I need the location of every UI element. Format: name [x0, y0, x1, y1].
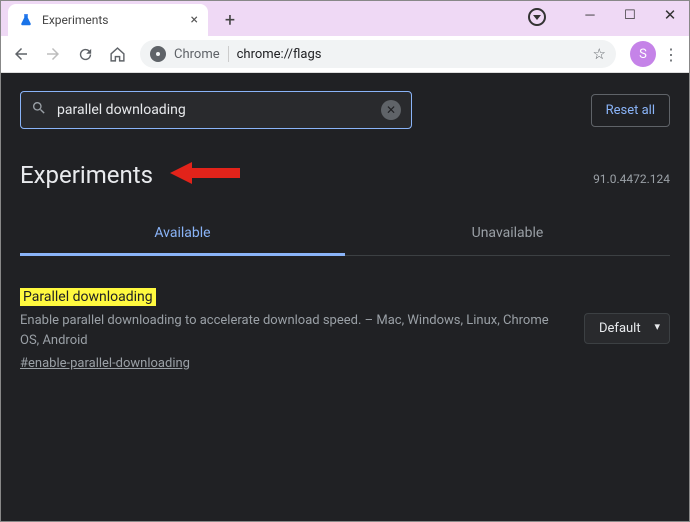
reload-button[interactable] — [70, 39, 100, 69]
minimize-button[interactable]: ─ — [570, 0, 610, 30]
browser-toolbar: Chrome chrome://flags ☆ S ⋮ — [0, 36, 690, 73]
page-title: Experiments — [20, 161, 153, 189]
window-titlebar: Experiments × + ─ ☐ ✕ — [0, 0, 690, 36]
flag-state-select[interactable]: Default — [584, 313, 670, 344]
back-button[interactable] — [6, 39, 36, 69]
omnibox-url: chrome://flags — [237, 47, 585, 62]
omnibox-scheme: Chrome — [174, 47, 220, 62]
maximize-button[interactable]: ☐ — [610, 0, 650, 30]
tab-available[interactable]: Available — [20, 213, 345, 256]
account-indicator-icon[interactable] — [528, 8, 546, 26]
flags-tabs: Available Unavailable — [20, 213, 670, 256]
tab-close-icon[interactable]: × — [191, 12, 198, 28]
page-content: ✕ Reset all Experiments 91.0.4472.124 Av… — [0, 73, 690, 522]
address-bar[interactable]: Chrome chrome://flags ☆ — [140, 40, 616, 68]
search-icon — [31, 100, 47, 120]
bookmark-star-icon[interactable]: ☆ — [593, 45, 606, 63]
chrome-icon — [150, 46, 166, 62]
flask-icon — [18, 12, 34, 28]
flag-title: Parallel downloading — [20, 288, 156, 306]
browser-tab[interactable]: Experiments × — [8, 4, 208, 36]
clear-search-icon[interactable]: ✕ — [381, 100, 401, 120]
home-button[interactable] — [102, 39, 132, 69]
new-tab-button[interactable]: + — [216, 6, 244, 34]
flags-search-box[interactable]: ✕ — [20, 91, 412, 129]
profile-avatar[interactable]: S — [630, 41, 656, 67]
tab-title: Experiments — [42, 13, 183, 27]
omnibox-separator — [228, 46, 229, 62]
reset-all-button[interactable]: Reset all — [591, 94, 670, 127]
window-controls: ─ ☐ ✕ — [570, 0, 690, 30]
forward-button[interactable] — [38, 39, 68, 69]
close-window-button[interactable]: ✕ — [650, 0, 690, 30]
flag-row: Parallel downloading Enable parallel dow… — [20, 286, 670, 371]
flags-search-input[interactable] — [57, 102, 371, 118]
chrome-version: 91.0.4472.124 — [593, 172, 670, 186]
flag-description: Enable parallel downloading to accelerat… — [20, 311, 554, 350]
flag-anchor-link[interactable]: #enable-parallel-downloading — [20, 356, 190, 371]
tab-unavailable[interactable]: Unavailable — [345, 213, 670, 255]
browser-menu-button[interactable]: ⋮ — [658, 45, 684, 64]
